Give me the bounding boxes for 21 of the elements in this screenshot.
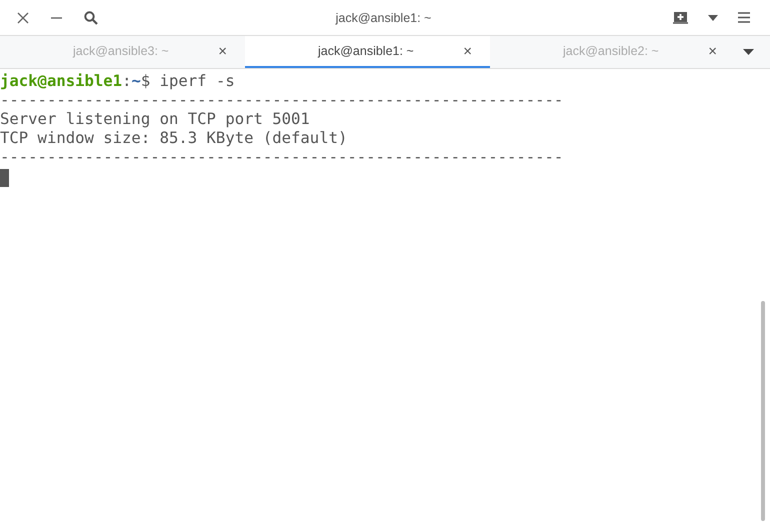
menu-icon[interactable] [738,12,750,23]
tab[interactable]: jack@ansible1: ~ × [245,36,490,68]
window-title: jack@ansible1: ~ [336,10,432,24]
minimize-icon[interactable] [51,16,62,18]
scrollbar[interactable] [761,301,765,521]
output-line: TCP window size: 85.3 KByte (default) [0,129,348,148]
tab-close-button[interactable]: × [708,42,717,60]
search-icon[interactable] [84,10,98,24]
tab[interactable]: jack@ansible2: ~ × [490,36,735,68]
dropdown-icon[interactable] [743,49,754,55]
text-cursor [0,169,9,187]
command-line: jack@ansible1:~$ iperf -s [0,72,236,91]
dropdown-icon[interactable] [708,14,718,20]
new-tab-icon[interactable] [672,11,688,24]
tab-close-button[interactable]: × [463,42,472,60]
tab[interactable]: jack@ansible3: ~ × [0,36,245,68]
output-line: ------------------------------------------------------------ [0,148,564,167]
output-line: ------------------------------------------------------------ [0,91,564,110]
tab-close-button[interactable]: × [218,42,227,60]
output-line: Server listening on TCP port 5001 [0,110,311,129]
close-icon[interactable] [17,12,29,24]
